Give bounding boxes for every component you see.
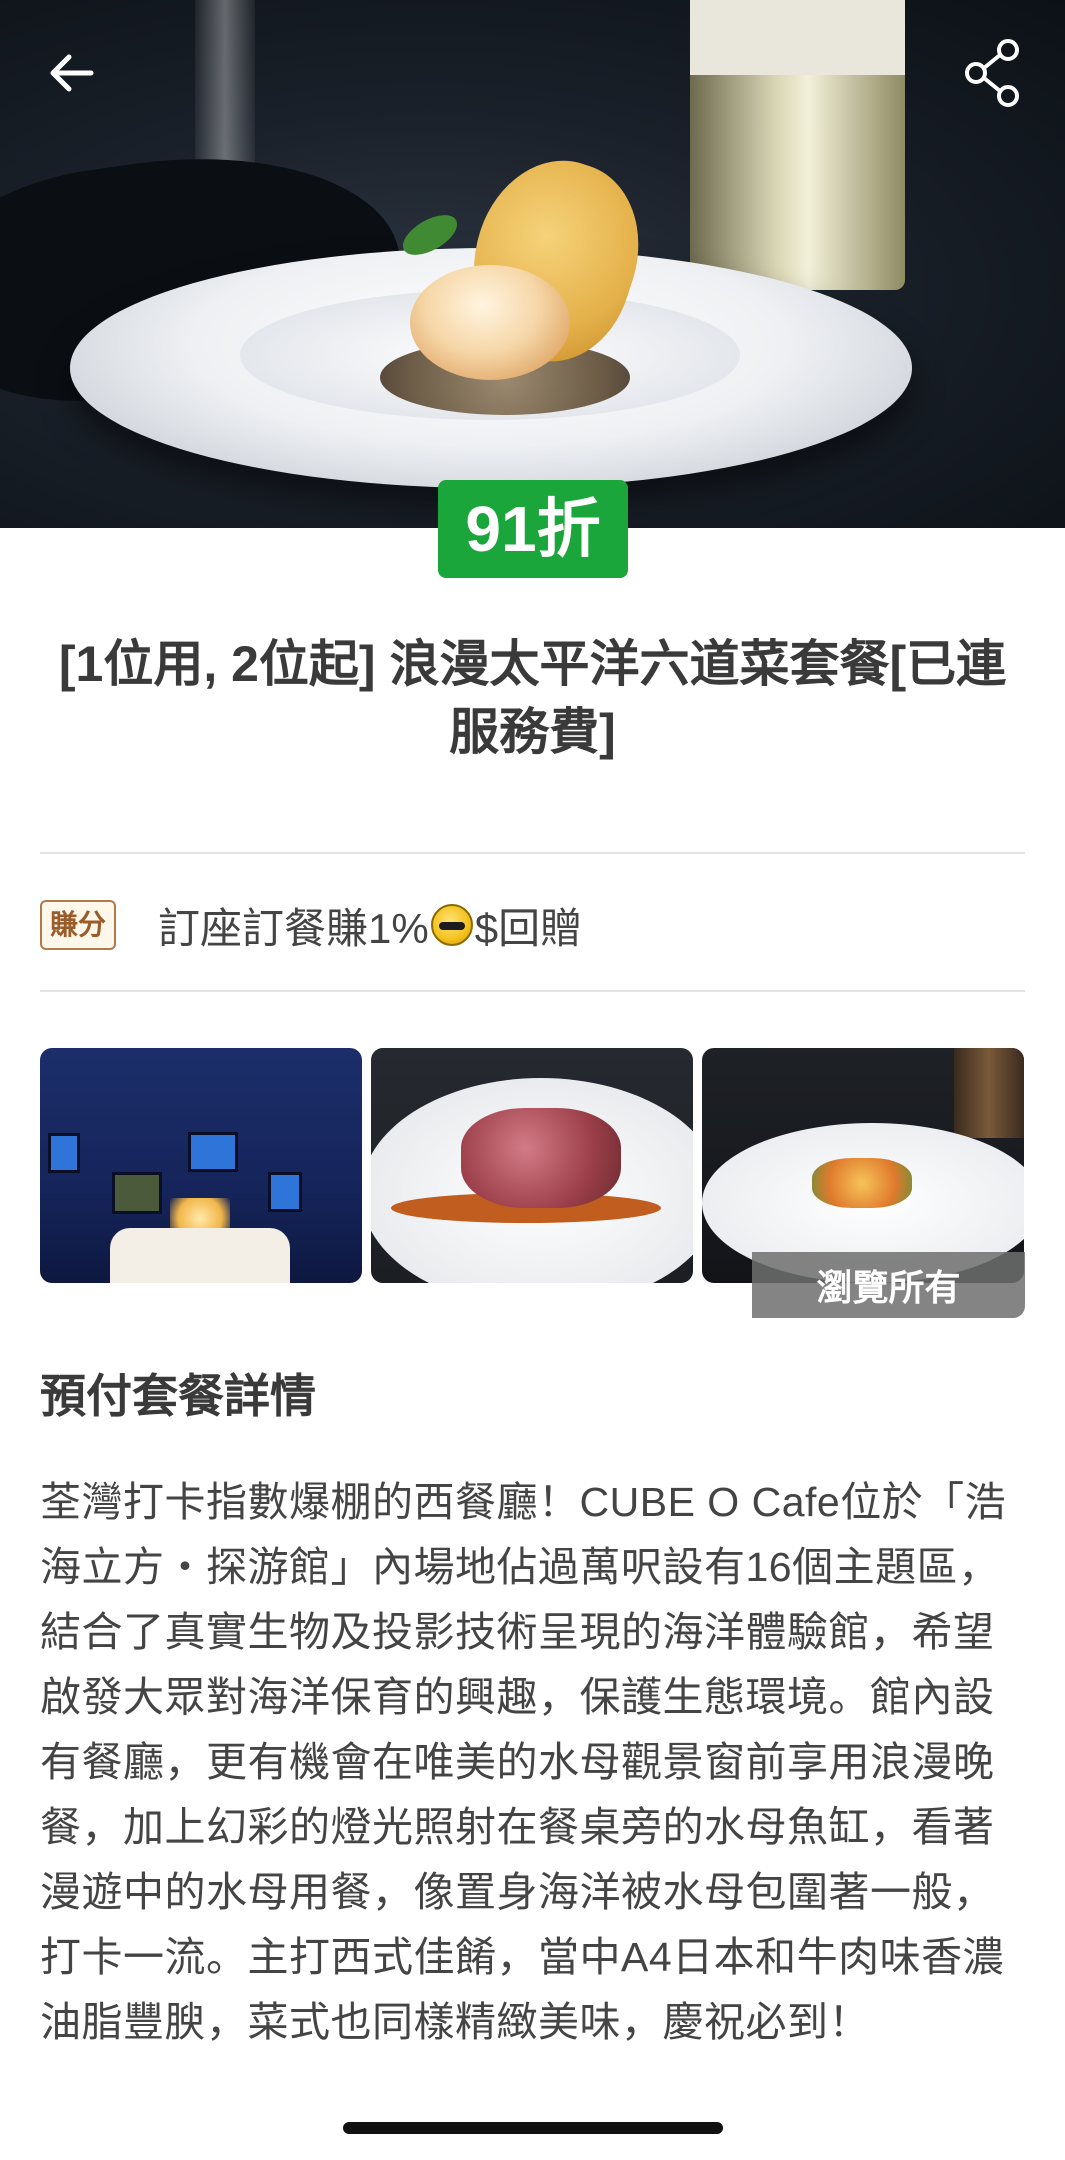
points-text: 訂座訂餐賺1% $回贈 [158, 895, 582, 956]
points-row: 賺分 訂座訂餐賺1% $回贈 [40, 895, 1025, 955]
divider [40, 852, 1025, 854]
description-text: 荃灣打卡指數爆棚的西餐廳！CUBE O Cafe位於「浩海立方・探游館」內場地佔… [40, 1479, 1007, 2045]
product-title: [1位用, 2位起] 浪漫太平洋六道菜套餐[已連服務費] [58, 636, 1007, 760]
points-text-before: 訂座訂餐賺1% [158, 904, 429, 952]
discount-badge: 91折 [438, 480, 628, 578]
wine-bottle [690, 0, 905, 290]
points-text-after: $回贈 [474, 904, 583, 952]
share-button[interactable] [949, 28, 1039, 118]
coin-icon [430, 904, 473, 946]
appetizer [812, 1158, 912, 1208]
jellyfish-tank [112, 1172, 162, 1214]
points-tag: 賺分 [40, 900, 117, 950]
dining-table [110, 1228, 290, 1283]
section-title: 預付套餐詳情 [40, 1370, 316, 1422]
photo-gallery [40, 1048, 1025, 1283]
browse-all-button[interactable]: 瀏覽所有 [752, 1252, 1025, 1318]
jellyfish-tank [48, 1133, 80, 1173]
scallop [410, 265, 570, 380]
hero-image [0, 0, 1065, 528]
divider [40, 990, 1025, 992]
share-icon [965, 39, 1019, 107]
wine-bottle [954, 1048, 1024, 1138]
gallery-thumb-aquarium-dining[interactable] [40, 1048, 362, 1283]
gallery-thumb-wagyu[interactable] [371, 1048, 693, 1283]
jellyfish-tank [188, 1132, 238, 1172]
wagyu-beef [461, 1108, 621, 1208]
gallery-thumb-appetizer[interactable] [702, 1048, 1024, 1283]
home-indicator [343, 2122, 723, 2134]
back-button[interactable] [26, 28, 116, 118]
wine-glass [195, 0, 255, 180]
arrow-left-icon [50, 54, 94, 92]
jellyfish-tank [268, 1172, 302, 1212]
